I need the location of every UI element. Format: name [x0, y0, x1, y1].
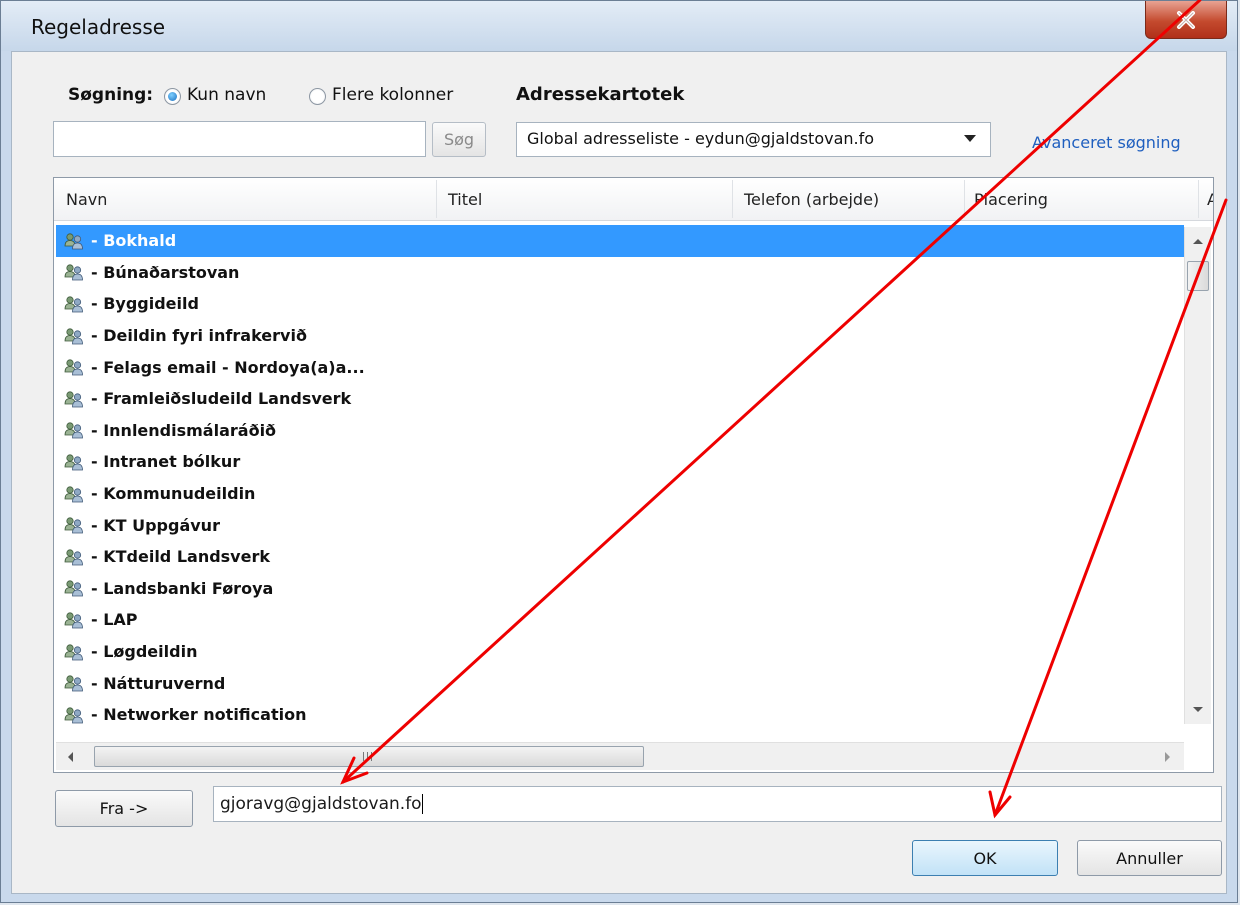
- group-icon: [64, 264, 83, 281]
- list-item[interactable]: - Løgdeildin: [56, 636, 1184, 668]
- search-label: Søgning:: [68, 85, 154, 105]
- list-item[interactable]: - Byggideild: [56, 288, 1184, 320]
- radio-name-only[interactable]: [164, 88, 181, 105]
- column-separator[interactable]: [436, 180, 437, 218]
- group-icon: [64, 612, 83, 629]
- group-icon: [64, 517, 83, 534]
- group-icon: [64, 580, 83, 597]
- list-item[interactable]: - Framleiðsludeild Landsverk: [56, 383, 1184, 415]
- group-icon: [64, 707, 83, 724]
- vertical-scroll-thumb[interactable]: [1187, 261, 1209, 291]
- list-item[interactable]: - Intranet bólkur: [56, 446, 1184, 478]
- chevron-down-icon: [964, 135, 976, 142]
- scroll-left-arrow-icon[interactable]: [68, 752, 73, 762]
- list-item-label: - KTdeild Landsverk: [91, 547, 270, 567]
- text-cursor: [421, 794, 423, 814]
- list-item[interactable]: - KTdeild Landsverk: [56, 541, 1184, 573]
- list-item[interactable]: - Innlendismálaráðið: [56, 415, 1184, 447]
- list-item[interactable]: - LAP: [56, 604, 1184, 636]
- list-item[interactable]: - Nátturuvernd: [56, 667, 1184, 699]
- list-item-label: - Løgdeildin: [91, 642, 198, 662]
- list-item[interactable]: - Kommunudeildin: [56, 478, 1184, 510]
- advanced-search-link[interactable]: Avanceret søgning: [1032, 133, 1181, 152]
- list-item-label: - Networker notification: [91, 705, 307, 725]
- ok-button[interactable]: OK: [912, 840, 1058, 876]
- column-location[interactable]: Placering: [974, 190, 1048, 209]
- group-icon: [64, 454, 83, 471]
- list-item-label: - Búnaðarstovan: [91, 262, 240, 282]
- radio-more-columns[interactable]: [309, 88, 326, 105]
- radio-more-columns-label[interactable]: Flere kolonner: [332, 85, 453, 105]
- horizontal-scroll-thumb[interactable]: [94, 746, 644, 767]
- list-item-label: - Deildin fyri infrakervið: [91, 326, 307, 346]
- list-item-label: - Kommunudeildin: [91, 484, 256, 504]
- list-item[interactable]: - Networker notification: [56, 699, 1184, 725]
- group-icon: [64, 359, 83, 376]
- scroll-down-arrow-icon[interactable]: [1193, 707, 1203, 712]
- group-icon: [64, 391, 83, 408]
- group-icon: [64, 422, 83, 439]
- address-book-select[interactable]: Global adresseliste - eydun@gjaldstovan.…: [516, 122, 991, 157]
- cancel-button[interactable]: Annuller: [1077, 840, 1222, 876]
- column-separator[interactable]: [732, 180, 733, 218]
- from-address-value: gjoravg@gjaldstovan.fo: [220, 794, 422, 814]
- column-phone[interactable]: Telefon (arbejde): [744, 190, 879, 209]
- list-item-label: - KT Uppgávur: [91, 515, 220, 535]
- list-item-label: - Innlendismálaráðið: [91, 420, 277, 440]
- column-extra[interactable]: A: [1207, 190, 1213, 209]
- address-book-label: Adressekartotek: [516, 84, 685, 105]
- list-item-label: - Nátturuvernd: [91, 673, 226, 693]
- group-icon: [64, 643, 83, 660]
- column-title[interactable]: Titel: [448, 190, 482, 209]
- list-item-label: - Bokhald: [91, 231, 177, 251]
- grip-line: [371, 752, 372, 761]
- vertical-scrollbar[interactable]: [1184, 227, 1211, 724]
- list-item-label: - Byggideild: [91, 294, 199, 314]
- close-icon: [1177, 10, 1195, 29]
- column-separator[interactable]: [1198, 180, 1199, 218]
- list-rows: - Bokhald - Búnaðarstovan - Byggideild - De…: [56, 225, 1184, 725]
- list-item-label: - Landsbanki Føroya: [91, 578, 274, 598]
- window-title: Regeladresse: [31, 15, 166, 39]
- list-item[interactable]: - Deildin fyri infrakervið: [56, 320, 1184, 352]
- title-bar[interactable]: Regeladresse: [1, 1, 1237, 51]
- group-icon: [64, 485, 83, 502]
- list-item-label: - LAP: [91, 610, 138, 630]
- list-item-label: - Felags email - Nordoya(a)a...: [91, 357, 365, 377]
- group-icon: [64, 549, 83, 566]
- group-icon: [64, 296, 83, 313]
- grip-line: [367, 752, 368, 761]
- column-name[interactable]: Navn: [66, 190, 107, 209]
- list-item-label: - Intranet bólkur: [91, 452, 241, 472]
- search-input[interactable]: [53, 121, 426, 157]
- list-item[interactable]: - Felags email - Nordoya(a)a...: [56, 351, 1184, 383]
- column-separator[interactable]: [964, 180, 965, 218]
- list-item[interactable]: - KT Uppgávur: [56, 509, 1184, 541]
- radio-name-only-label[interactable]: Kun navn: [187, 85, 266, 105]
- scroll-up-arrow-icon[interactable]: [1193, 239, 1203, 244]
- search-button[interactable]: Søg: [432, 122, 486, 157]
- group-icon: [64, 233, 83, 250]
- grip-line: [363, 752, 364, 761]
- group-icon: [64, 675, 83, 692]
- list-item-label: - Framleiðsludeild Landsverk: [91, 389, 352, 409]
- list-item[interactable]: - Bokhald: [56, 225, 1184, 257]
- list-header: Navn Titel Telefon (arbejde) Placering A: [54, 178, 1213, 221]
- from-address-input[interactable]: gjoravg@gjaldstovan.fo: [213, 786, 1222, 822]
- list-item[interactable]: - Landsbanki Føroya: [56, 573, 1184, 605]
- address-list: Navn Titel Telefon (arbejde) Placering A…: [53, 177, 1214, 773]
- scroll-right-arrow-icon[interactable]: [1165, 752, 1170, 762]
- close-button[interactable]: [1145, 1, 1227, 39]
- group-icon: [64, 327, 83, 344]
- list-item[interactable]: - Búnaðarstovan: [56, 257, 1184, 289]
- address-book-selected: Global adresseliste - eydun@gjaldstovan.…: [527, 129, 875, 148]
- horizontal-scrollbar[interactable]: [56, 742, 1184, 770]
- from-button[interactable]: Fra ->: [55, 790, 193, 827]
